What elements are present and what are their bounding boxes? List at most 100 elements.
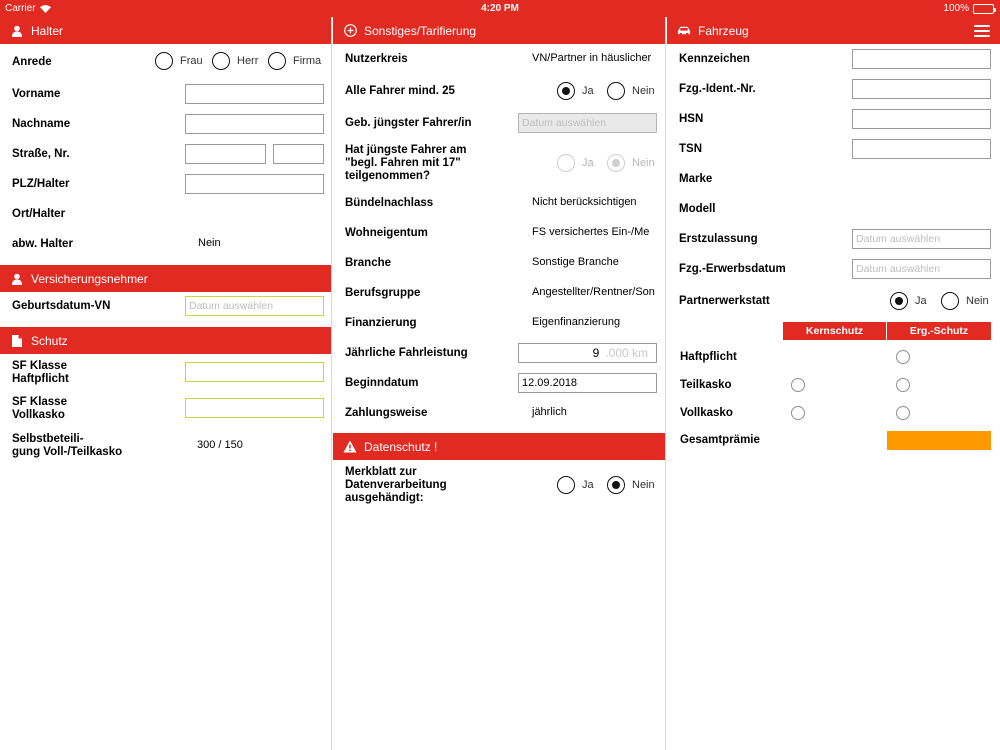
radio-herr[interactable]: Herr <box>212 52 258 70</box>
erwerbsdatum-input[interactable]: Datum auswählen <box>852 259 991 279</box>
fzg-ident-label: Fzg.-Ident.-Nr. <box>679 83 756 95</box>
strasse-label: Straße, Nr. <box>12 148 70 160</box>
zahlungsweise-value[interactable]: jährlich <box>532 406 567 419</box>
fzg-ident-input[interactable] <box>852 79 991 99</box>
fahrleistung-value: 9 <box>592 346 600 360</box>
radio-circle[interactable] <box>890 292 908 310</box>
section-title: Halter <box>31 23 64 38</box>
geb-juengster-label: Geb. jüngster Fahrer/in <box>345 117 472 129</box>
branche-label: Branche <box>345 257 392 269</box>
plus-circle-icon <box>343 24 357 38</box>
document-icon <box>10 334 24 348</box>
hsn-input[interactable] <box>852 109 991 129</box>
plz-label: PLZ/Halter <box>12 178 70 190</box>
wohneigentum-label: Wohneigentum <box>345 227 428 239</box>
status-bar: Carrier 4:20 PM 100% <box>0 0 1000 17</box>
nutzerkreis-label: Nutzerkreis <box>345 53 408 65</box>
person-icon <box>10 272 24 286</box>
radio-alle-fahrer-nein[interactable]: Nein <box>607 82 655 100</box>
buendelnachlass-label: Bündelnachlass <box>345 197 434 209</box>
beginndatum-value: 12.09.2018 <box>522 377 578 389</box>
section-header-versicherungsnehmer: Versicherungsnehmer <box>0 265 331 292</box>
radio-circle[interactable] <box>155 52 173 70</box>
berufsgruppe-label: Berufsgruppe <box>345 287 421 299</box>
zahlungsweise-label: Zahlungsweise <box>345 407 428 419</box>
radio-partner-ja[interactable]: Ja <box>890 292 927 310</box>
section-header-halter: Halter <box>0 17 331 44</box>
sf-haftpflicht-input[interactable] <box>185 362 324 382</box>
radio-circle[interactable] <box>607 82 625 100</box>
sf-vollkasko-input[interactable] <box>185 398 324 418</box>
geb-juengster-input[interactable]: Datum auswählen <box>518 113 657 133</box>
column-sonstiges: Sonstiges/Tarifierung Nutzerkreis VN/Par… <box>333 17 666 750</box>
erstzulassung-input[interactable]: Datum auswählen <box>852 229 991 249</box>
fahrleistung-input[interactable]: 9 .000 km <box>518 343 657 363</box>
radio-merkblatt-ja[interactable]: Ja <box>557 476 594 494</box>
radio-firma[interactable]: Firma <box>268 52 321 70</box>
car-icon <box>677 24 691 38</box>
begl-fahren-label: Hat jüngste Fahrer am "begl. Fahren mit … <box>345 144 467 182</box>
nachname-label: Nachname <box>12 118 71 130</box>
ort-label: Ort/Halter <box>12 208 66 220</box>
radio-circle[interactable] <box>607 154 625 172</box>
radio-circle[interactable] <box>607 476 625 494</box>
vorname-label: Vorname <box>12 88 61 100</box>
status-time: 4:20 PM <box>481 3 519 14</box>
radio-vollkasko-kern[interactable] <box>791 406 805 420</box>
finanzierung-label: Finanzierung <box>345 317 417 329</box>
wohneigentum-value[interactable]: FS versichertes Ein-/Me <box>532 226 649 239</box>
geburtsdatum-vn-input[interactable]: Datum auswählen <box>185 296 324 316</box>
radio-alle-fahrer-ja[interactable]: Ja <box>557 82 594 100</box>
hausnummer-input[interactable] <box>273 144 324 164</box>
radio-circle[interactable] <box>557 476 575 494</box>
radio-circle[interactable] <box>941 292 959 310</box>
radio-begl-nein[interactable]: Nein <box>607 154 655 172</box>
strasse-input[interactable] <box>185 144 266 164</box>
teilkasko-label: Teilkasko <box>680 379 732 391</box>
vorname-input[interactable] <box>185 84 324 104</box>
radio-circle[interactable] <box>557 154 575 172</box>
haftpflicht-label: Haftpflicht <box>680 351 737 363</box>
radio-circle[interactable] <box>557 82 575 100</box>
radio-partner-nein[interactable]: Nein <box>941 292 989 310</box>
radio-circle[interactable] <box>268 52 286 70</box>
alle-fahrer-label: Alle Fahrer mind. 25 <box>345 85 455 97</box>
column-halter: Halter Anrede Frau Herr Firma Vorname Na… <box>0 17 332 750</box>
fahrleistung-label: Jährliche Fahrleistung <box>345 347 468 359</box>
section-title: Versicherungsnehmer <box>31 271 148 286</box>
kennzeichen-input[interactable] <box>852 49 991 69</box>
nutzerkreis-value[interactable]: VN/Partner in häuslicher <box>532 52 651 65</box>
abw-halter-value[interactable]: Nein <box>198 237 221 250</box>
radio-haftpflicht-erg[interactable] <box>896 350 910 364</box>
radio-vollkasko-erg[interactable] <box>896 406 910 420</box>
plz-input[interactable] <box>185 174 324 194</box>
battery-percent: 100% <box>943 3 969 14</box>
radio-teilkasko-erg[interactable] <box>896 378 910 392</box>
buendelnachlass-value[interactable]: Nicht berücksichtigen <box>532 196 637 209</box>
finanzierung-value[interactable]: Eigenfinanzierung <box>532 316 620 329</box>
battery-icon <box>973 3 996 14</box>
berufsgruppe-value[interactable]: Angestellter/Rentner/Son <box>532 286 655 299</box>
fahrleistung-suffix: .000 km <box>605 346 648 360</box>
table-header-kernschutz: Kernschutz <box>783 322 886 340</box>
erwerbsdatum-label: Fzg.-Erwerbsdatum <box>679 263 786 275</box>
tsn-input[interactable] <box>852 139 991 159</box>
radio-begl-ja[interactable]: Ja <box>557 154 594 172</box>
table-header-erg-schutz: Erg.-Schutz <box>887 322 991 340</box>
radio-circle[interactable] <box>212 52 230 70</box>
beginndatum-input[interactable]: 12.09.2018 <box>518 373 657 393</box>
radio-teilkasko-kern[interactable] <box>791 378 805 392</box>
person-icon <box>10 24 24 38</box>
section-header-fahrzeug: Fahrzeug <box>667 17 1000 44</box>
geburtsdatum-vn-label: Geburtsdatum-VN <box>12 300 111 312</box>
branche-value[interactable]: Sonstige Branche <box>532 256 619 269</box>
menu-icon[interactable] <box>974 25 990 37</box>
erstzulassung-placeholder: Datum auswählen <box>856 233 941 245</box>
erstzulassung-label: Erstzulassung <box>679 233 758 245</box>
nachname-input[interactable] <box>185 114 324 134</box>
radio-merkblatt-nein[interactable]: Nein <box>607 476 655 494</box>
selbstbeteiligung-value[interactable]: 300 / 150 <box>197 439 243 452</box>
kennzeichen-label: Kennzeichen <box>679 53 750 65</box>
warning-icon <box>343 440 357 454</box>
radio-frau[interactable]: Frau <box>155 52 203 70</box>
